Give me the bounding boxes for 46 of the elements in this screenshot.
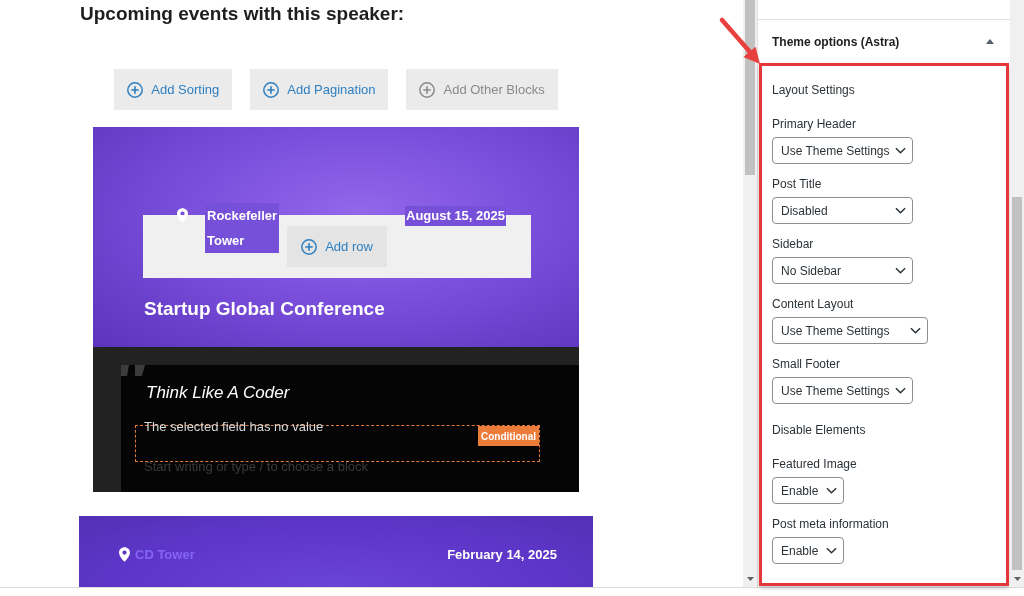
dropdown[interactable]: Use Theme Settings <box>772 137 913 164</box>
scroll-down-icon[interactable] <box>747 577 754 581</box>
scroll-down-icon[interactable] <box>1014 577 1021 581</box>
chevron-down-icon <box>895 267 906 274</box>
quote-text: Think Like A Coder <box>145 382 290 404</box>
field-label: Post meta information <box>772 516 889 532</box>
chevron-down-icon <box>826 487 837 494</box>
event-title: Startup Global Conference <box>144 298 385 320</box>
add-block-button[interactable]: Add Pagination <box>250 69 389 110</box>
scrollbar-thumb[interactable] <box>1012 197 1022 570</box>
dropdown[interactable]: Use Theme Settings <box>772 317 928 344</box>
map-pin-icon <box>177 208 188 223</box>
scrollbar[interactable] <box>743 0 757 587</box>
map-pin-icon <box>119 547 130 562</box>
field-label: Featured Image <box>772 456 857 472</box>
add-block-button[interactable]: Add Sorting <box>114 69 233 110</box>
plus-circle-icon <box>419 81 436 98</box>
plus-circle-icon <box>127 81 144 98</box>
chevron-down-icon <box>826 547 837 554</box>
scrollbar-thumb[interactable] <box>745 0 755 175</box>
location-link[interactable]: Rockefeller Tower <box>205 203 279 253</box>
dropdown[interactable]: Enable <box>772 537 844 564</box>
chevron-down-icon <box>895 147 906 154</box>
panel-header[interactable]: Theme options (Astra) <box>758 20 1010 63</box>
dropdown[interactable]: Enable <box>772 477 844 504</box>
field-label: Primary Header <box>772 116 857 132</box>
dropdown[interactable]: No Sidebar <box>772 257 913 284</box>
section-label: Disable Elements <box>772 422 866 438</box>
dropdown[interactable]: Disabled <box>772 197 913 224</box>
scrollbar[interactable] <box>1010 0 1024 587</box>
field-label: Post Title <box>772 176 822 192</box>
event-date: August 15, 2025 <box>405 206 506 226</box>
plus-circle-icon <box>301 238 318 255</box>
chevron-down-icon <box>895 207 906 214</box>
quote-mark-icon <box>121 365 145 376</box>
dropdown[interactable]: Use Theme Settings <box>772 377 913 404</box>
event-date: February 14, 2025 <box>447 546 557 564</box>
section-label: Layout Settings <box>772 82 855 98</box>
section-heading: Upcoming events with this speaker: <box>79 2 406 26</box>
field-label: Small Footer <box>772 356 841 372</box>
chevron-down-icon <box>910 327 921 334</box>
field-label: Content Layout <box>772 296 854 312</box>
chevron-down-icon <box>895 387 906 394</box>
plus-circle-icon <box>263 81 280 98</box>
conditional-badge: Conditional <box>478 426 539 446</box>
field-label: Sidebar <box>772 236 814 252</box>
